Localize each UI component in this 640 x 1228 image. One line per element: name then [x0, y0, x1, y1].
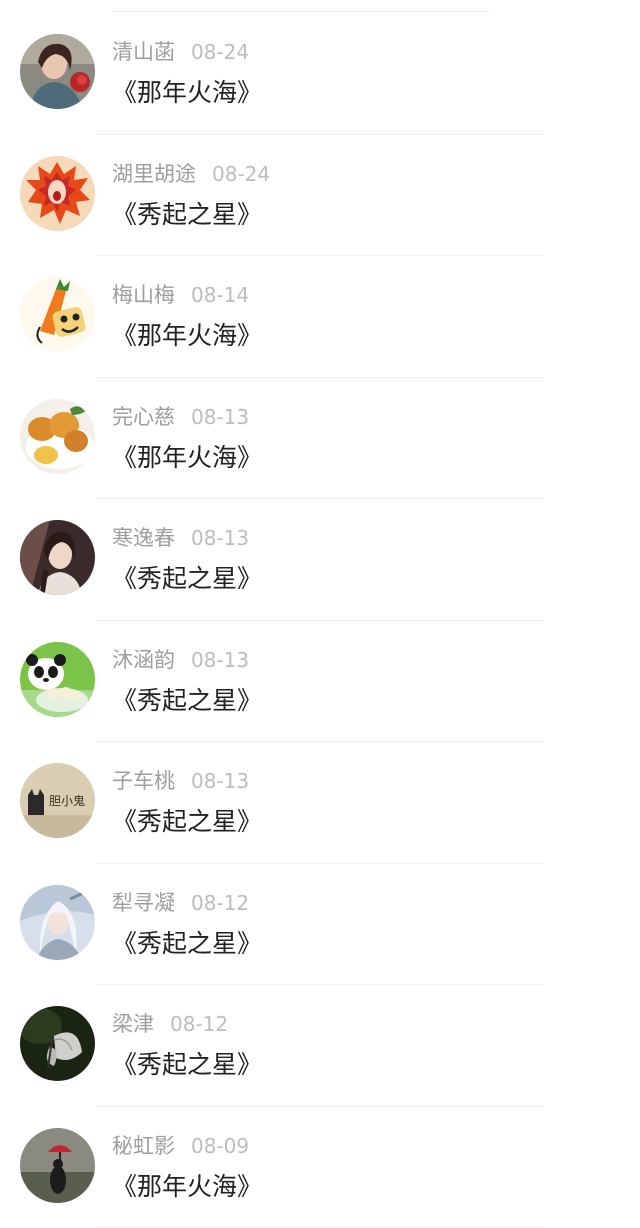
username[interactable]: 清山菡 [112, 40, 175, 64]
list-item[interactable]: 湖里胡途 08-24 《秀起之星》 [0, 135, 640, 257]
comment-date: 08-13 [191, 769, 249, 793]
list-item[interactable]: 寒逸春 08-13 《秀起之星》 [0, 499, 640, 621]
red-umbrella-icon [20, 1128, 95, 1203]
username[interactable]: 秘虹影 [112, 1134, 175, 1158]
list-item[interactable]: 梁津 08-12 《秀起之星》 [0, 985, 640, 1107]
username[interactable]: 梅山梅 [112, 283, 175, 307]
comment-list: 清山菡 08-24 《那年火海》 湖里胡途 08-24 《秀起之星》 [0, 13, 640, 1228]
fried-food-icon [20, 399, 95, 474]
work-title[interactable]: 《秀起之星》 [112, 197, 262, 233]
avatar[interactable] [20, 1128, 95, 1203]
username[interactable]: 梁津 [112, 1012, 154, 1036]
list-top-divider [0, 0, 640, 13]
girl-portrait-icon [20, 520, 95, 595]
username[interactable]: 沐涵韵 [112, 648, 175, 672]
avatar[interactable] [20, 156, 95, 231]
avatar[interactable]: 胆小鬼 [20, 763, 95, 838]
username[interactable]: 完心慈 [112, 405, 175, 429]
list-item[interactable]: 完心慈 08-13 《那年火海》 [0, 378, 640, 500]
avatar[interactable] [20, 277, 95, 352]
avatar[interactable] [20, 885, 95, 960]
avatar[interactable] [20, 1006, 95, 1081]
woman-portrait-icon [20, 34, 95, 109]
work-title[interactable]: 《秀起之星》 [112, 804, 262, 840]
comment-date: 08-14 [191, 283, 249, 307]
avatar[interactable] [20, 399, 95, 474]
comment-date: 08-09 [191, 1134, 249, 1158]
username[interactable]: 湖里胡途 [112, 162, 196, 186]
work-title[interactable]: 《那年火海》 [112, 440, 262, 476]
white-hair-character-icon [20, 885, 95, 960]
work-title[interactable]: 《那年火海》 [112, 75, 262, 111]
work-title[interactable]: 《那年火海》 [112, 318, 262, 354]
username[interactable]: 犁寻凝 [112, 891, 175, 915]
comment-date: 08-13 [191, 526, 249, 550]
comment-date: 08-12 [191, 891, 249, 915]
list-item[interactable]: 犁寻凝 08-12 《秀起之星》 [0, 864, 640, 986]
avatar[interactable] [20, 642, 95, 717]
work-title[interactable]: 《秀起之星》 [112, 926, 262, 962]
work-title[interactable]: 《秀起之星》 [112, 561, 262, 597]
panda-icon [20, 642, 95, 717]
list-item[interactable]: 清山菡 08-24 《那年火海》 [0, 13, 640, 135]
comment-date: 08-24 [212, 162, 270, 186]
fire-cartoon-icon [20, 156, 95, 231]
comment-date: 08-12 [170, 1012, 228, 1036]
svg-text:胆小鬼: 胆小鬼 [49, 793, 85, 808]
comment-date: 08-24 [191, 40, 249, 64]
list-item[interactable]: 胆小鬼 子车桃 08-13 《秀起之星》 [0, 742, 640, 864]
username[interactable]: 寒逸春 [112, 526, 175, 550]
cat-text-icon: 胆小鬼 [20, 763, 95, 838]
avatar[interactable] [20, 34, 95, 109]
username[interactable]: 子车桃 [112, 769, 175, 793]
avatar[interactable] [20, 520, 95, 595]
list-item[interactable]: 秘虹影 08-09 《那年火海》 [0, 1107, 640, 1228]
butterfly-icon [20, 1006, 95, 1081]
work-title[interactable]: 《秀起之星》 [112, 683, 262, 719]
work-title[interactable]: 《秀起之星》 [112, 1047, 262, 1083]
work-title[interactable]: 《那年火海》 [112, 1169, 262, 1205]
carrot-cartoon-icon [20, 277, 95, 352]
list-item[interactable]: 沐涵韵 08-13 《秀起之星》 [0, 621, 640, 743]
comment-date: 08-13 [191, 405, 249, 429]
comment-date: 08-13 [191, 648, 249, 672]
list-item[interactable]: 梅山梅 08-14 《那年火海》 [0, 256, 640, 378]
